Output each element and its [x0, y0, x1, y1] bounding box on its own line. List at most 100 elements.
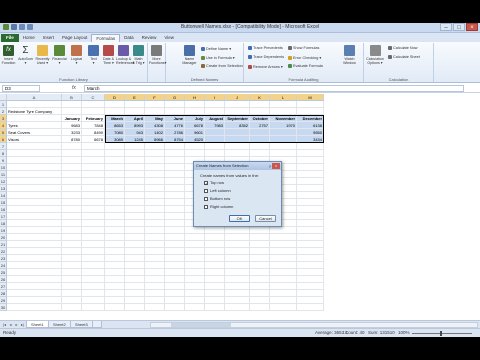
define-name-button[interactable]: Define Name ▾	[201, 46, 231, 51]
cell[interactable]	[7, 150, 62, 157]
cell[interactable]	[82, 101, 105, 108]
cell[interactable]	[105, 227, 125, 234]
cell[interactable]	[205, 108, 225, 115]
cell[interactable]	[270, 276, 297, 283]
cell[interactable]	[165, 206, 185, 213]
save-icon[interactable]	[11, 24, 17, 30]
cell[interactable]	[165, 269, 185, 276]
row-header-18[interactable]: 18	[0, 220, 7, 227]
cell[interactable]	[125, 150, 145, 157]
cell[interactable]	[270, 297, 297, 304]
cell[interactable]	[7, 241, 62, 248]
column-header-b[interactable]: B	[62, 94, 82, 101]
cell[interactable]	[7, 290, 62, 297]
cell[interactable]	[185, 150, 205, 157]
cell[interactable]	[7, 262, 62, 269]
cell[interactable]	[165, 178, 185, 185]
cell[interactable]	[205, 248, 225, 255]
data-cell[interactable]: 6678	[185, 122, 205, 129]
error-checking-button[interactable]: Error Checking ▾	[288, 55, 321, 60]
cell[interactable]	[250, 262, 270, 269]
cell[interactable]	[185, 269, 205, 276]
company-name-cell[interactable]: Redstone Tyre Company	[7, 108, 87, 115]
cell[interactable]	[225, 108, 250, 115]
cell[interactable]	[82, 297, 105, 304]
cell[interactable]	[145, 220, 165, 227]
cell[interactable]	[145, 157, 165, 164]
cell[interactable]	[82, 157, 105, 164]
cell[interactable]	[82, 255, 105, 262]
cell[interactable]	[82, 143, 105, 150]
cell[interactable]	[270, 255, 297, 262]
calculate-now-button[interactable]: Calculate Now	[388, 46, 417, 50]
column-header-h[interactable]: H	[185, 94, 205, 101]
scroll-thumb[interactable]	[171, 323, 231, 327]
cell[interactable]	[105, 290, 125, 297]
row-header-30[interactable]: 30	[0, 304, 7, 311]
cell[interactable]	[225, 304, 250, 311]
row-header-6[interactable]: 6	[0, 136, 7, 143]
cell[interactable]	[62, 304, 82, 311]
cell[interactable]	[250, 297, 270, 304]
trace-dependents-button[interactable]: Trace Dependents	[248, 55, 284, 59]
row-header-17[interactable]: 17	[0, 213, 7, 220]
tab-view[interactable]: View	[160, 34, 178, 42]
trace-precedents-button[interactable]: Trace Precedents	[248, 46, 283, 50]
cell[interactable]	[125, 304, 145, 311]
cell[interactable]	[205, 304, 225, 311]
cell[interactable]	[165, 150, 185, 157]
autosum-button[interactable]: Σ AutoSum ▾	[18, 45, 33, 65]
row-label[interactable]: Seat Covers	[7, 129, 62, 136]
cell[interactable]	[82, 227, 105, 234]
cell[interactable]	[7, 199, 62, 206]
cell[interactable]	[145, 304, 165, 311]
tab-formulas[interactable]: Formulas	[91, 34, 121, 42]
fx-icon[interactable]: fx	[72, 85, 76, 91]
cell[interactable]	[205, 255, 225, 262]
cell[interactable]	[7, 269, 62, 276]
column-header-m[interactable]: M	[297, 94, 324, 101]
cell[interactable]	[297, 227, 324, 234]
cell[interactable]	[297, 199, 324, 206]
math-trig-button[interactable]: Math & Trig ▾	[131, 45, 146, 65]
row-header-19[interactable]: 19	[0, 227, 7, 234]
cell[interactable]	[225, 143, 250, 150]
remove-arrows-button[interactable]: Remove Arrows ▾	[248, 64, 283, 69]
watch-window-button[interactable]: Watch Window	[342, 45, 357, 65]
cell[interactable]	[62, 171, 82, 178]
cell[interactable]	[125, 171, 145, 178]
last-sheet-icon[interactable]: ▸|	[20, 322, 25, 327]
cell[interactable]	[185, 297, 205, 304]
row-header-13[interactable]: 13	[0, 185, 7, 192]
cell[interactable]	[250, 269, 270, 276]
cell[interactable]	[225, 241, 250, 248]
data-cell[interactable]	[205, 129, 225, 136]
cell[interactable]	[105, 108, 125, 115]
month-header[interactable]: August	[205, 115, 225, 122]
help-icon[interactable]: ?	[269, 163, 271, 171]
tab-page-layout[interactable]: Page Layout	[58, 34, 91, 42]
sheet-tab-2[interactable]: Sheet2	[48, 321, 71, 328]
cell[interactable]	[297, 262, 324, 269]
data-cell[interactable]	[225, 136, 250, 143]
data-cell[interactable]: 3233	[62, 129, 82, 136]
cell[interactable]	[250, 108, 270, 115]
row-header-11[interactable]: 11	[0, 171, 7, 178]
cell[interactable]	[297, 304, 324, 311]
data-cell[interactable]: 3434	[297, 136, 324, 143]
cancel-button[interactable]: Cancel	[255, 215, 276, 222]
row-header-25[interactable]: 25	[0, 269, 7, 276]
data-cell[interactable]: 2757	[250, 122, 270, 129]
use-in-formula-button[interactable]: Use in Formula ▾	[201, 55, 235, 60]
cell[interactable]	[297, 185, 324, 192]
cell[interactable]	[270, 108, 297, 115]
row-label[interactable]: Tyres	[7, 122, 62, 129]
cell[interactable]	[145, 199, 165, 206]
data-cell[interactable]: 943	[125, 129, 145, 136]
cell[interactable]	[250, 241, 270, 248]
cell[interactable]	[297, 157, 324, 164]
column-header-a[interactable]: A	[7, 94, 62, 101]
cell[interactable]	[165, 297, 185, 304]
zoom-level[interactable]: 100%	[398, 329, 410, 337]
row-header-1[interactable]: 1	[0, 101, 7, 108]
